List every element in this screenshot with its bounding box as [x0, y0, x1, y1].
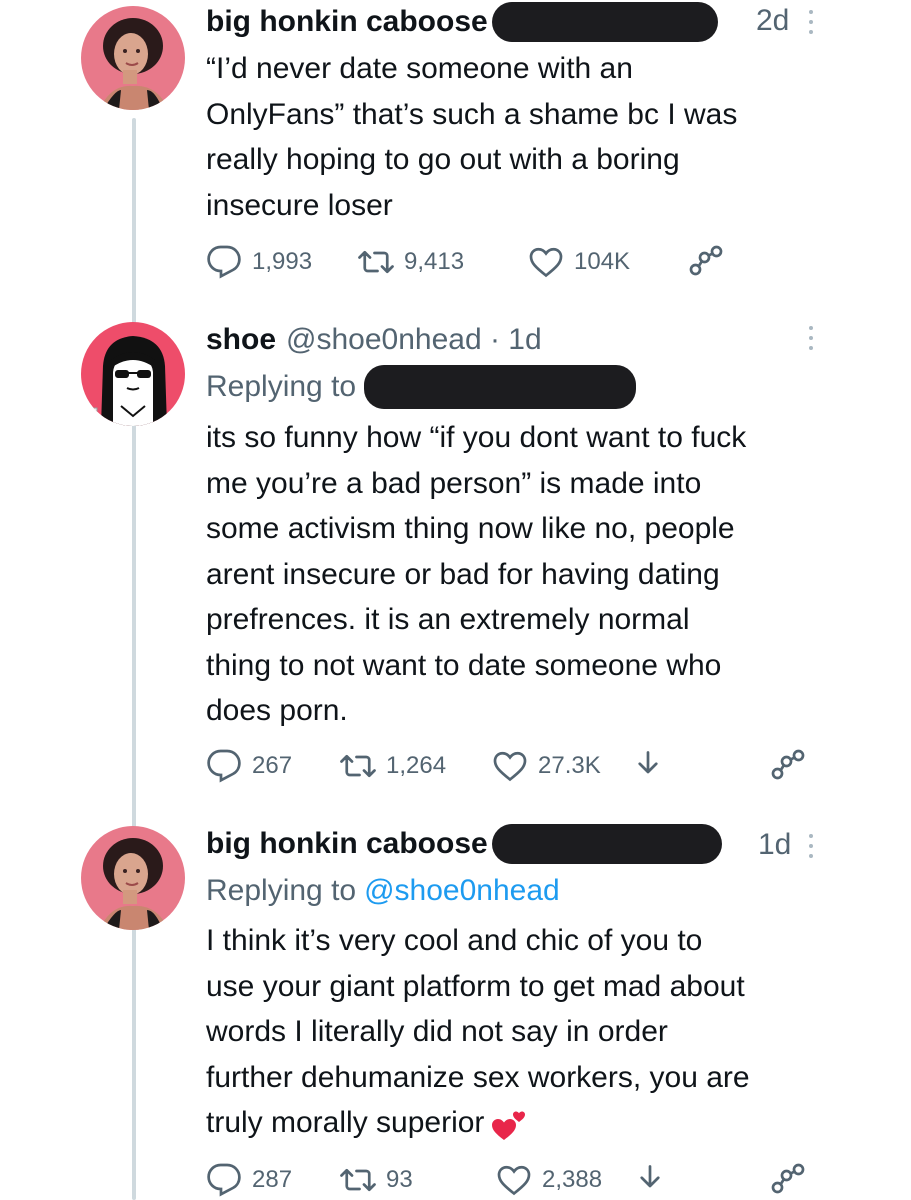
tweet-header: shoe @shoe0nhead · 1d — [206, 320, 542, 360]
reply-button[interactable]: 287 — [206, 1160, 292, 1200]
retweet-button[interactable]: 93 — [340, 1160, 413, 1200]
display-name[interactable]: shoe — [206, 323, 276, 357]
retweet-count: 1,264 — [386, 752, 447, 779]
retweet-count: 93 — [386, 1166, 413, 1193]
more-icon[interactable] — [806, 834, 816, 864]
display-name[interactable]: big honkin caboose — [206, 5, 488, 39]
like-button[interactable]: 104K — [528, 242, 630, 282]
reply-button[interactable]: 267 — [206, 746, 292, 786]
tweet-text-line: OnlyFans” that’s such a shame bc I was — [206, 97, 738, 131]
tweet-text-line: use your giant platform to get mad about — [206, 969, 745, 1003]
retweet-button[interactable]: 9,413 — [358, 242, 464, 282]
download-icon — [640, 1165, 660, 1188]
share-icon — [771, 1163, 805, 1194]
redacted-mention — [364, 365, 637, 409]
tweet-text-line: thing to not want to date someone who — [206, 648, 722, 682]
thread-line — [132, 118, 136, 1200]
bookmark-button[interactable] — [630, 746, 676, 786]
replying-label: Replying to — [206, 370, 357, 403]
reply-icon — [207, 1163, 241, 1197]
bookmark-button[interactable] — [632, 1160, 678, 1200]
download-icon — [638, 751, 658, 774]
display-name[interactable]: big honkin caboose — [206, 827, 488, 861]
tweet-text-line: arent insecure or bad for having dating — [206, 557, 720, 591]
tweet-text-line: some activism thing now like no, people — [206, 512, 735, 545]
heart-icon — [529, 247, 563, 278]
replying-to: Replying to — [206, 364, 637, 410]
retweet-icon — [340, 1168, 376, 1192]
tweet-text-line: prefrences. it is an extremely normal — [206, 603, 690, 636]
redacted-handle — [491, 2, 718, 42]
tweet-text-line: further dehumanize sex workers, you are — [206, 1060, 750, 1094]
tweet-text-line: “I’d never date someone with an — [206, 52, 633, 85]
tweet-text: its so funny how “if you dont want to fu… — [206, 415, 846, 734]
reply-count: 267 — [252, 752, 293, 779]
like-button[interactable]: 2,388 — [496, 1160, 602, 1200]
heart-icon — [493, 751, 527, 782]
tweet-text-line: really hoping to go out with a boring — [206, 143, 680, 176]
avatar[interactable] — [81, 826, 185, 930]
more-icon[interactable] — [806, 326, 816, 356]
tweet-header: big honkin caboose — [206, 824, 722, 864]
retweet-button[interactable]: 1,264 — [340, 746, 446, 786]
tweet-actions: 287 93 2,388 — [206, 1160, 816, 1200]
tweet-text-fragment: truly morally superior — [206, 1106, 485, 1139]
like-count: 104K — [574, 248, 631, 275]
reply-icon — [207, 749, 241, 783]
more-icon[interactable] — [806, 10, 816, 40]
tweet-header: big honkin caboose — [206, 2, 718, 42]
avatar[interactable] — [81, 6, 185, 110]
timestamp[interactable]: 2d — [756, 4, 789, 38]
share-icon — [771, 749, 805, 780]
tweet-actions: 1,993 9,413 104K — [206, 242, 816, 282]
handle-and-time[interactable]: @shoe0nhead · 1d — [286, 323, 542, 357]
timestamp[interactable]: 1d — [758, 828, 791, 862]
mention-link[interactable]: @shoe0nhead — [364, 874, 560, 908]
like-count: 2,388 — [542, 1166, 603, 1193]
share-icon — [689, 245, 723, 276]
reply-count: 287 — [252, 1166, 293, 1193]
avatar[interactable] — [81, 322, 185, 426]
reply-count: 1,993 — [252, 248, 313, 275]
tweet-text: “I’d never date someone with an OnlyFans… — [206, 46, 846, 228]
tweet-text-line: I think it’s very cool and chic of you t… — [206, 924, 703, 957]
reply-icon — [207, 245, 241, 279]
share-button[interactable] — [770, 746, 816, 786]
tweet-text-line: me you’re a bad person” is made into — [206, 466, 702, 500]
retweet-icon — [340, 754, 376, 778]
like-button[interactable]: 27.3K — [492, 746, 601, 786]
tweet-actions: 267 1,264 27.3K — [206, 746, 816, 786]
two-hearts-emoji — [492, 1111, 526, 1141]
replying-to: Replying to @shoe0nhead — [206, 868, 560, 914]
tweet-text-line: does porn. — [206, 694, 348, 727]
replying-label: Replying to — [206, 874, 357, 907]
like-count: 27.3K — [538, 752, 601, 779]
heart-icon — [497, 1165, 531, 1196]
redacted-handle — [491, 824, 722, 864]
tweet-text: I think it’s very cool and chic of you t… — [206, 918, 846, 1146]
retweet-count: 9,413 — [404, 248, 465, 275]
tweet-text-line: words I literally did not say in order — [206, 1015, 668, 1048]
reply-button[interactable]: 1,993 — [206, 242, 312, 282]
share-button[interactable] — [688, 242, 734, 282]
retweet-icon — [358, 250, 394, 274]
tweet-text-line-last: truly morally superior — [206, 1100, 846, 1146]
share-button[interactable] — [770, 1160, 816, 1200]
tweet-text-line: its so funny how “if you dont want to fu… — [206, 421, 747, 454]
tweet-text-line: insecure loser — [206, 188, 393, 222]
